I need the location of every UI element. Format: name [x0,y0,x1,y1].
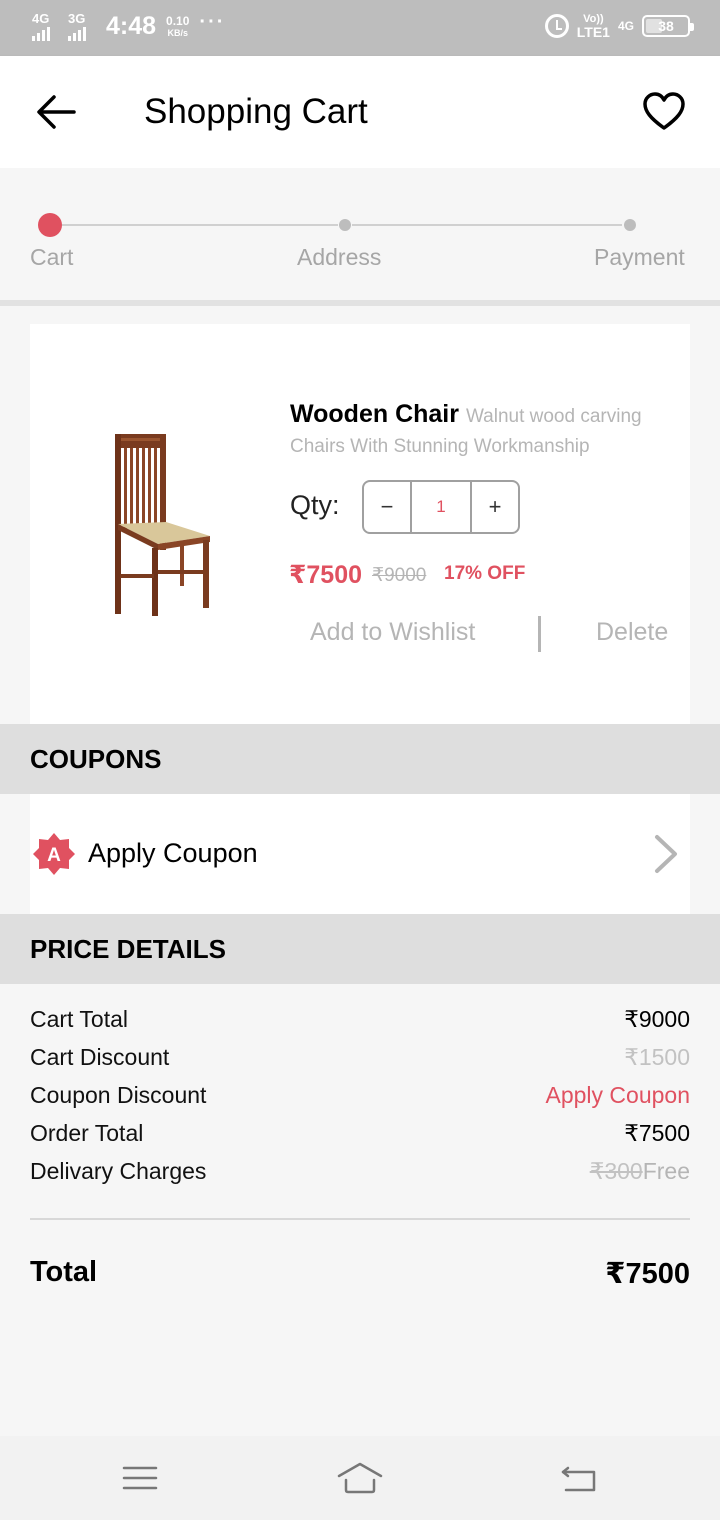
total-value: ₹7500 [605,1258,690,1290]
delivery-free: Free [642,1157,690,1184]
price-row-coupon-discount: Coupon Discount Apply Coupon [30,1081,691,1109]
volte-indicator: Vo)) LTE1 [576,13,610,40]
page-title: Shopping Cart [144,92,368,131]
coupons-heading: COUPONS [30,744,162,774]
qty-decrease-button[interactable]: − [364,482,410,532]
step-dot-payment [624,219,636,231]
apply-coupon-label: Apply Coupon [88,838,258,868]
price-breakdown: Cart Total ₹9000 Cart Discount ₹1500 Cou… [30,1000,690,1190]
step-connector [352,224,622,226]
heart-icon[interactable] [642,92,686,132]
signal-3g: 3G [68,12,94,41]
step-label-address: Address [297,244,382,270]
signal-4g: 4G [32,12,58,41]
product-name: Wooden Chair [290,400,459,428]
price-row-cart-total: Cart Total ₹9000 [30,1005,690,1032]
product-mrp: ₹9000 [372,565,427,586]
price-row-order-total: Order Total ₹7500 [30,1119,690,1146]
status-bar: 4G 3G 4:48 0.10 KB/s ··· Vo)) LTE1 4G 38 [0,0,720,56]
step-label-payment: Payment [594,244,685,270]
grand-total-row: Total ₹7500 [30,1256,690,1291]
arrow-left-icon[interactable] [36,94,76,130]
apply-coupon-link[interactable]: Apply Coupon [546,1082,691,1109]
checkout-steps: Cart Address Payment [0,168,720,306]
battery-level: 38 [658,18,674,34]
qty-value[interactable]: 1 [410,482,472,532]
total-label: Total [30,1256,98,1288]
coupons-header: COUPONS [0,724,720,794]
menu-icon[interactable] [118,1456,162,1500]
step-label-cart: Cart [30,244,74,270]
step-dot-address [339,219,351,231]
network-4g-indicator: 4G [617,19,634,33]
delete-button[interactable]: Delete [596,618,668,647]
total-divider [30,1218,690,1220]
product-price: ₹7500 [289,561,363,589]
back-icon[interactable] [558,1456,602,1500]
step-connector [62,224,338,226]
battery-icon: 38 [642,15,694,37]
add-to-wishlist-button[interactable]: Add to Wishlist [310,618,475,647]
qty-increase-button[interactable]: + [472,482,518,532]
delivery-old-price: ₹300 [589,1157,643,1184]
price-row-cart-discount: Cart Discount ₹1500 [30,1043,690,1070]
clock: 4:48 [106,12,157,40]
coupon-badge-letter: A [47,845,61,866]
product-image[interactable] [100,424,220,624]
system-nav-bar [0,1436,720,1520]
price-details-heading: PRICE DETAILS [30,934,226,964]
alarm-icon [544,14,569,38]
action-divider [538,616,541,652]
coupon-badge-icon: A [33,833,75,875]
discount-badge: 17% OFF [444,563,526,584]
more-notifications-icon: ··· [199,11,226,33]
qty-label: Qty: [290,490,340,520]
app-header: Shopping Cart [0,56,720,168]
step-dot-cart [38,213,62,237]
quantity-stepper: − 1 + [362,480,520,534]
home-icon[interactable] [336,1456,384,1500]
price-row-delivery: Delivary Charges ₹300Free [30,1157,690,1184]
network-speed: 0.10 KB/s [166,13,190,38]
chevron-right-icon [655,835,677,873]
apply-coupon-row[interactable]: A Apply Coupon [30,794,690,914]
cart-item-card: Wooden Chair Walnut wood carving Chairs … [30,324,690,724]
product-title[interactable]: Wooden Chair Walnut wood carving Chairs … [290,400,670,460]
price-details-header: PRICE DETAILS [0,914,720,984]
